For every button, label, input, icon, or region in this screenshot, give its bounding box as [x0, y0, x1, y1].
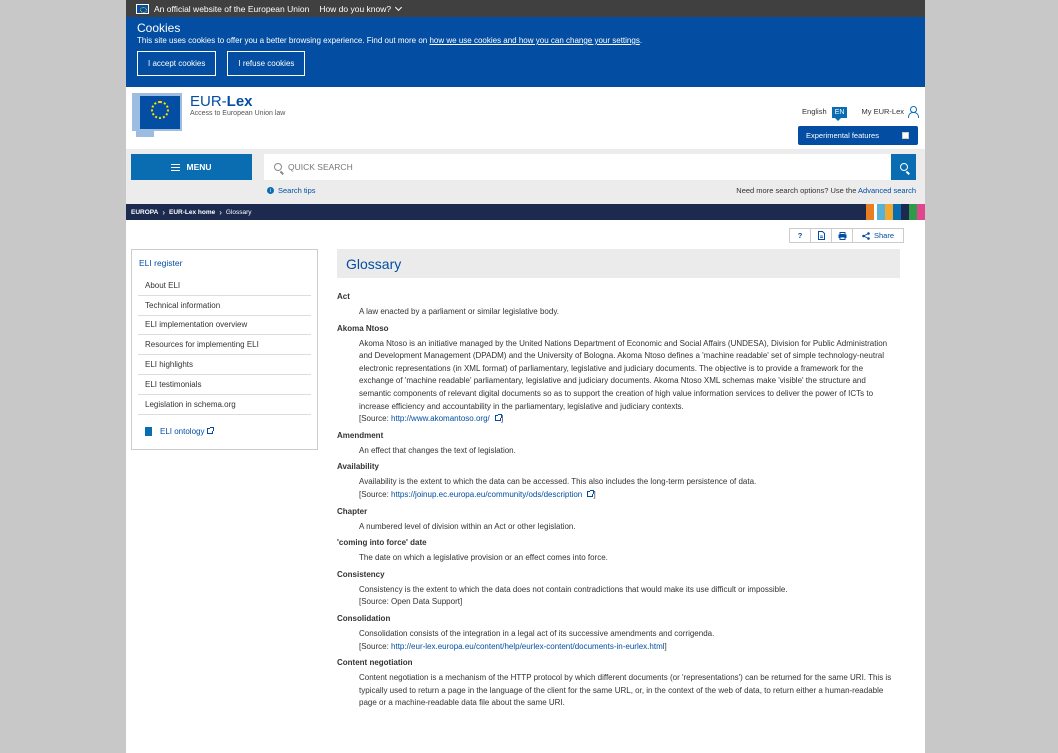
menu-label: MENU	[186, 162, 212, 172]
glossary-definition: A law enacted by a parliament or similar…	[359, 307, 559, 316]
share-label: Share	[873, 231, 894, 240]
search-icon	[274, 163, 282, 171]
official-text: An official website of the European Unio…	[154, 3, 310, 14]
print-button[interactable]	[832, 229, 853, 242]
eu-flag-icon	[136, 3, 149, 14]
glossary-definition: The date on which a legislative provisio…	[359, 553, 608, 563]
quick-search-field[interactable]	[264, 154, 892, 180]
search-tips-link[interactable]: i Search tips	[267, 186, 316, 195]
breadcrumb-current: Glossary	[225, 208, 252, 216]
sidebar-item-eli-implementation-overview[interactable]: ELI implementation overview	[138, 316, 311, 336]
advanced-search-link[interactable]: Advanced search	[858, 186, 916, 195]
source-link[interactable]: http://eur-lex.europa.eu/content/help/eu…	[391, 642, 664, 651]
sidebar-item-technical-information[interactable]: Technical information	[138, 296, 311, 316]
accept-cookies-button[interactable]: I accept cookies	[137, 51, 217, 76]
glossary-term: Chapter	[337, 506, 368, 516]
breadcrumb-eurlex-home[interactable]: EUR-Lex home	[169, 209, 215, 216]
eurlex-logo-icon	[132, 93, 182, 137]
source-link[interactable]: http://www.akomantoso.org/	[391, 414, 490, 423]
sidebar-item-resources-for-implementing-eli[interactable]: Resources for implementing ELI	[138, 335, 311, 356]
glossary-definition: An effect that changes the text of legis…	[359, 445, 516, 455]
my-eurlex-label: My EUR-Lex	[861, 107, 904, 116]
glossary-term: Consistency	[337, 569, 385, 579]
glossary-term: Amendment	[337, 430, 384, 440]
experimental-features-label: Experimental features	[806, 131, 879, 140]
experimental-features-toggle[interactable]: Experimental features	[798, 126, 918, 145]
glossary-term: Availability	[337, 462, 379, 472]
sidebar-title[interactable]: ELI register	[139, 258, 311, 268]
site-header: EUR-Lex Access to European Union law Eng…	[126, 87, 925, 149]
cookie-text: This site uses cookies to offer you a be…	[137, 36, 914, 45]
logo-title: EUR-Lex	[190, 93, 253, 110]
page-title: Glossary	[337, 249, 900, 278]
external-link-icon	[494, 414, 502, 422]
glossary-term: Act	[337, 292, 350, 301]
cookie-policy-link[interactable]: how we use cookies and how you can chang…	[429, 36, 639, 45]
glossary-term: Content negotiation	[337, 658, 413, 668]
official-eu-bar: An official website of the European Unio…	[126, 0, 925, 17]
cookie-banner: Cookies This site uses cookies to offer …	[126, 17, 925, 87]
share-icon	[862, 231, 870, 240]
external-link-icon	[207, 427, 215, 435]
language-code-badge: EN	[831, 107, 848, 118]
refuse-cookies-button[interactable]: I refuse cookies	[227, 51, 306, 76]
page: An official website of the European Unio…	[126, 0, 925, 753]
pdf-icon	[817, 231, 825, 240]
print-icon	[838, 231, 846, 240]
menu-button[interactable]: MENU	[131, 154, 252, 180]
sidebar-item-eli-testimonials[interactable]: ELI testimonials	[138, 375, 311, 395]
sidebar-item-about-eli[interactable]: About ELI	[138, 276, 311, 296]
glossary-term: 'coming into force' date	[337, 538, 427, 548]
eli-ontology-label: ELI ontology	[160, 426, 205, 436]
glossary-definition: Consistency is the extent to which the d…	[359, 584, 788, 607]
cookie-title: Cookies	[137, 21, 181, 35]
external-link-icon	[587, 489, 595, 497]
pdf-button[interactable]	[811, 229, 832, 242]
share-button[interactable]: Share	[853, 229, 903, 242]
more-options-text: Need more search options? Use the	[736, 186, 857, 195]
page-tools: ? Share	[789, 228, 904, 243]
sidebar-item-eli-highlights[interactable]: ELI highlights	[138, 355, 311, 375]
experimental-features-checkbox[interactable]	[902, 132, 909, 139]
glossary-definition: Consolidation consists of the integratio…	[359, 628, 715, 651]
logo-subtitle: Access to European Union law	[190, 110, 286, 117]
glossary-definition: Content negotiation is a mechanism of th…	[359, 673, 892, 708]
quick-search-input[interactable]	[288, 162, 788, 172]
glossary-definition: Availability is the extent to which the …	[359, 477, 757, 499]
hamburger-icon	[171, 163, 181, 171]
chevron-down-icon	[395, 3, 403, 11]
my-eurlex-link[interactable]: My EUR-Lex	[861, 106, 919, 118]
breadcrumb: EUROPA › EUR-Lex home › Glossary	[126, 204, 925, 220]
source-link[interactable]: https://joinup.ec.europa.eu/community/od…	[391, 490, 582, 499]
cookie-text-body: This site uses cookies to offer you a be…	[137, 36, 428, 45]
language-label: English	[802, 107, 827, 116]
eli-sidebar: ELI register About ELI Technical informa…	[131, 249, 318, 450]
cookie-text-end: .	[639, 36, 643, 45]
how-do-you-know-toggle[interactable]: How do you know?	[319, 3, 403, 14]
sidebar-item-legislation-in-schema-org[interactable]: Legislation in schema.org	[138, 395, 311, 415]
search-icon	[899, 163, 908, 171]
glossary-definition: A numbered level of division within an A…	[359, 521, 576, 531]
breadcrumb-europa[interactable]: EUROPA	[131, 209, 158, 216]
eli-ontology-link[interactable]: ELI ontology	[145, 426, 311, 436]
search-bar: MENU i Search tips Need more search opti…	[126, 149, 925, 204]
glossary-list: Act A law enacted by a parliament or sim…	[337, 292, 899, 715]
search-tips-label: Search tips	[278, 186, 316, 195]
glossary-term: Consolidation	[337, 613, 391, 623]
help-button[interactable]: ?	[790, 229, 811, 242]
decorative-colorbar	[866, 204, 925, 220]
document-icon	[145, 426, 152, 436]
search-submit-button[interactable]	[891, 154, 916, 180]
how-do-you-know-label: How do you know?	[319, 3, 392, 14]
advanced-search-hint: Need more search options? Use the Advanc…	[736, 186, 916, 195]
language-selector[interactable]: English EN	[802, 107, 848, 118]
glossary-term: Akoma Ntoso	[337, 323, 389, 333]
eurlex-logo[interactable]: EUR-Lex Access to European Union law	[132, 93, 285, 137]
glossary-definition: Akoma Ntoso is an initiative managed by …	[359, 338, 888, 424]
info-icon: i	[267, 187, 274, 194]
user-icon	[908, 106, 919, 118]
